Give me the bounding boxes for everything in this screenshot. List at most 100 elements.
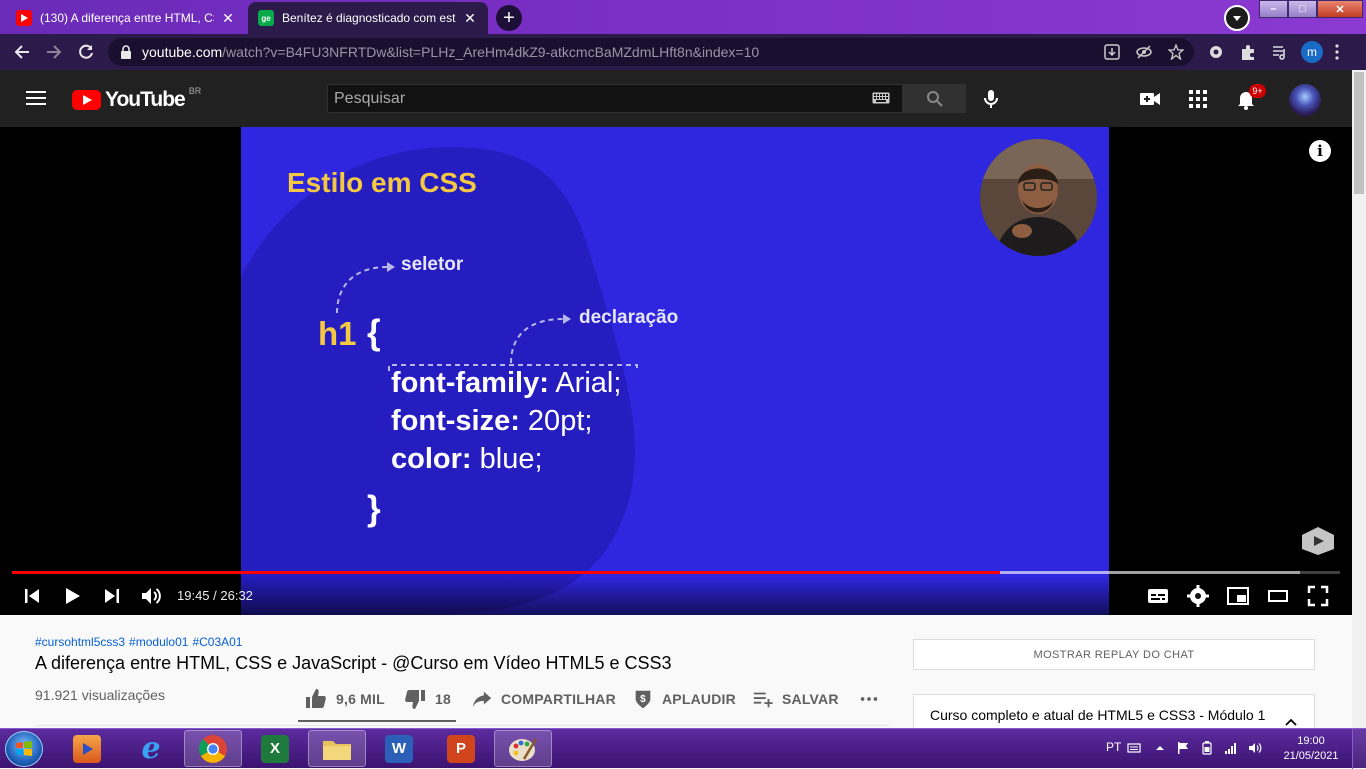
previous-icon[interactable] xyxy=(20,584,44,608)
settings-gear-icon[interactable] xyxy=(1186,584,1210,608)
miniplayer-icon[interactable] xyxy=(1226,584,1250,608)
slide-background-shape xyxy=(241,147,635,615)
youtube-logo[interactable]: YouTube BR xyxy=(72,86,202,112)
view-count: 91.921 visualizações xyxy=(35,687,165,703)
svg-text:$: $ xyxy=(640,694,646,705)
system-clock[interactable]: 19:00 21/05/2021 xyxy=(1281,734,1341,764)
css-property: font-size: xyxy=(391,405,520,437)
internet-explorer-icon: e xyxy=(141,731,161,766)
search-input[interactable] xyxy=(334,89,854,108)
tab-close-icon[interactable]: ✕ xyxy=(462,10,478,26)
selector-label: seletor xyxy=(401,254,464,275)
new-tab-button[interactable]: + xyxy=(496,5,522,31)
country-code: BR xyxy=(188,86,202,96)
more-menu-icon[interactable] xyxy=(1334,43,1340,61)
theater-mode-icon[interactable] xyxy=(1266,584,1290,608)
back-button[interactable] xyxy=(10,40,34,64)
media-queue-icon[interactable] xyxy=(1271,43,1289,61)
subtitles-icon[interactable] xyxy=(1146,584,1170,608)
browser-tab-youtube[interactable]: (130) A diferença entre HTML, CSS e Java… xyxy=(6,2,246,34)
install-app-icon[interactable] xyxy=(1104,44,1120,60)
next-icon[interactable] xyxy=(100,584,124,608)
browser-tab-ge[interactable]: ge Benítez é diagnosticado com estiramen… xyxy=(248,2,488,34)
playlist-title[interactable]: Curso completo e atual de HTML5 e CSS3 -… xyxy=(930,707,1265,723)
save-button[interactable]: SALVAR xyxy=(752,687,839,711)
close-window-button[interactable]: ✕ xyxy=(1317,0,1363,18)
maximize-button[interactable]: □ xyxy=(1288,0,1317,18)
tab-search-button[interactable] xyxy=(1224,5,1250,31)
eye-slash-icon[interactable] xyxy=(1136,44,1152,60)
show-desktop-button[interactable] xyxy=(1352,729,1366,769)
thanks-button[interactable]: $ APLAUDIR xyxy=(632,687,736,711)
url-domain: youtube.com xyxy=(142,44,223,60)
hamburger-menu-icon[interactable] xyxy=(26,90,46,106)
volume-icon[interactable] xyxy=(139,584,163,608)
youtube-masthead: YouTube BR xyxy=(0,70,1352,127)
css-value: 20pt; xyxy=(519,405,593,437)
profile-avatar[interactable]: m xyxy=(1301,41,1323,63)
more-actions-button[interactable] xyxy=(858,687,888,711)
search-field[interactable] xyxy=(327,84,903,113)
fullscreen-icon[interactable] xyxy=(1306,584,1330,608)
hashtag-link[interactable]: #modulo01 xyxy=(129,635,188,649)
clock-time: 19:00 xyxy=(1297,735,1325,747)
taskbar-media-player[interactable] xyxy=(58,730,116,767)
notifications-badge: 9+ xyxy=(1249,84,1266,98)
show-hidden-icons-icon[interactable] xyxy=(1153,741,1167,755)
bookmark-star-icon[interactable] xyxy=(1168,44,1184,60)
share-button[interactable]: COMPARTILHAR xyxy=(471,687,616,711)
youtube-play-logo-icon xyxy=(72,90,101,110)
reload-button[interactable] xyxy=(74,40,98,64)
volume-tray-icon[interactable] xyxy=(1248,741,1262,755)
taskbar-chrome[interactable] xyxy=(184,730,242,767)
taskbar-paint[interactable] xyxy=(494,730,552,767)
like-ratio-fill xyxy=(298,720,456,722)
tab-title: (130) A diferença entre HTML, CSS e Java… xyxy=(40,11,214,25)
taskbar-powerpoint[interactable]: P xyxy=(432,730,490,767)
selector-arrow-icon xyxy=(336,262,395,314)
taskbar-excel[interactable]: X xyxy=(246,730,304,767)
network-signal-icon[interactable] xyxy=(1224,741,1238,755)
video-frame: Estilo em CSS seletor declaração h1 { fo… xyxy=(241,127,1109,615)
forward-button[interactable] xyxy=(42,40,66,64)
address-bar[interactable]: youtube.com/watch?v=B4FU3NFRTDw&list=PLH… xyxy=(108,38,1194,66)
hashtag-link[interactable]: #cursohtml5css3 xyxy=(35,635,125,649)
settings-extension-icon[interactable] xyxy=(1207,43,1225,61)
play-icon[interactable] xyxy=(60,584,84,608)
minimize-button[interactable]: – xyxy=(1259,0,1288,18)
taskbar-internet-explorer[interactable]: e xyxy=(122,730,180,767)
chevron-up-icon[interactable] xyxy=(1284,717,1298,727)
page-scrollbar-thumb[interactable] xyxy=(1354,72,1364,194)
channel-watermark-icon[interactable] xyxy=(1298,525,1338,557)
close-brace: } xyxy=(367,489,381,528)
like-count: 9,6 MIL xyxy=(336,691,385,707)
browser-tab-strip: (130) A diferença entre HTML, CSS e Java… xyxy=(0,0,1366,34)
playlist-panel[interactable]: Curso completo e atual de HTML5 e CSS3 -… xyxy=(913,694,1315,728)
like-button[interactable]: 9,6 MIL xyxy=(304,687,385,711)
input-language[interactable]: PT xyxy=(1106,740,1121,754)
window-controls: – □ ✕ xyxy=(1259,0,1363,20)
microphone-icon[interactable] xyxy=(979,87,1003,111)
user-avatar[interactable] xyxy=(1289,84,1321,116)
taskbar-word[interactable]: W xyxy=(370,730,428,767)
action-center-flag-icon[interactable] xyxy=(1176,741,1190,755)
super-thanks-icon: $ xyxy=(635,690,651,709)
dislike-button[interactable]: 18 xyxy=(403,687,451,711)
show-chat-replay-button[interactable]: MOSTRAR REPLAY DO CHAT xyxy=(913,639,1315,670)
keyboard-icon[interactable] xyxy=(872,92,890,104)
start-button[interactable] xyxy=(5,731,43,767)
tab-close-icon[interactable]: ✕ xyxy=(220,10,236,26)
create-video-icon[interactable] xyxy=(1138,87,1162,111)
taskbar-file-explorer[interactable] xyxy=(308,730,366,767)
keyboard-tray-icon[interactable] xyxy=(1127,741,1141,755)
progress-bar[interactable] xyxy=(12,571,1340,574)
apps-grid-icon[interactable] xyxy=(1186,87,1210,111)
hashtag-link[interactable]: #C03A01 xyxy=(192,635,242,649)
puzzle-extension-icon[interactable] xyxy=(1239,43,1257,61)
power-tray-icon[interactable] xyxy=(1200,741,1214,755)
player-controls: 19:45 / 26:32 xyxy=(0,576,1352,615)
search-button[interactable] xyxy=(903,84,966,113)
more-horizontal-icon xyxy=(860,697,878,701)
info-icon[interactable]: i xyxy=(1309,140,1331,162)
video-player[interactable]: Estilo em CSS seletor declaração h1 { fo… xyxy=(0,127,1352,615)
